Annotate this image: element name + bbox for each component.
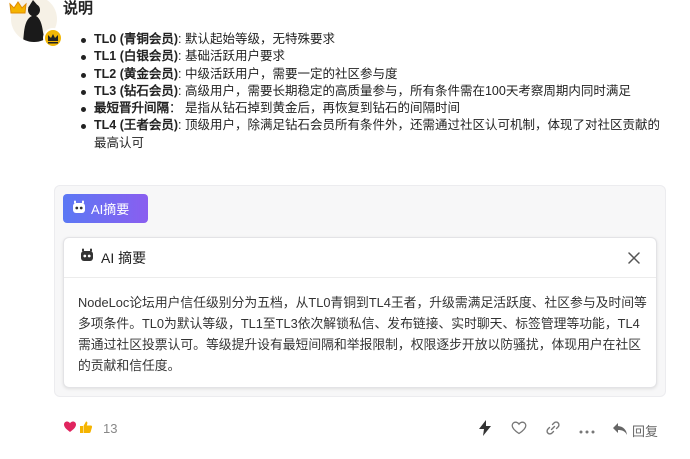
more-button[interactable] (570, 420, 604, 440)
level-name: TL4 (王者会员) (94, 118, 179, 133)
copy-link-button[interactable] (536, 420, 570, 440)
crown-icon (9, 0, 27, 16)
like-button[interactable] (502, 420, 536, 440)
heart-icon (63, 420, 77, 437)
trust-level-list: TL0 (青铜会员): 默认起始等级，无特殊要求 TL1 (白银会员): 基础活… (76, 31, 666, 152)
reaction-count: 13 (103, 421, 118, 436)
list-item: TL0 (青铜会员): 默认起始等级，无特殊要求 (76, 31, 666, 48)
list-item: 最短晋升间隔： 是指从钻石掉到黄金后，再恢复到钻石的间隔时间 (76, 100, 666, 117)
level-name: TL3 (钻石会员) (94, 83, 179, 98)
list-item: TL4 (王者会员): 顶级用户，除满足钻石会员所有条件外，还需通过社区认可机制… (76, 117, 666, 152)
ai-panel-title: AI 摘要 (101, 249, 147, 266)
post-actions-bar: 13 回复 (0, 418, 690, 442)
more-icon (579, 421, 595, 439)
close-icon[interactable] (626, 250, 642, 266)
reactions[interactable]: 13 (63, 420, 117, 437)
post-action-buttons: 回复 (468, 419, 658, 441)
level-name: 最短晋升间隔 (94, 101, 170, 116)
ai-summary-section: AI摘要 AI 摘要 NodeLoc论坛用户信任级别分为五档，从TL0青铜到TL… (54, 185, 666, 397)
reply-button[interactable]: 回复 (612, 421, 658, 440)
king-icon (43, 28, 63, 48)
list-item: TL3 (钻石会员): 高级用户，需要长期稳定的高质量参与，所有条件需在100天… (76, 83, 666, 100)
ai-button-label: AI摘要 (91, 202, 130, 217)
user-avatar[interactable] (9, 0, 63, 48)
level-desc: : 顶级用户，除满足钻石会员所有条件外，还需通过社区认可机制，体现了对社区贡献的… (94, 118, 660, 150)
lightning-icon (478, 419, 492, 441)
link-icon (545, 420, 561, 441)
ai-summary-panel: AI 摘要 NodeLoc论坛用户信任级别分为五档，从TL0青铜到TL4王者，升… (63, 237, 657, 388)
thumbs-up-icon (79, 420, 93, 437)
level-name: TL2 (黄金会员) (94, 66, 179, 81)
level-name: TL1 (白银会员) (94, 49, 179, 64)
list-item: TL2 (黄金会员): 中级活跃用户，需要一定的社区参与度 (76, 66, 666, 83)
robot-icon (79, 247, 95, 268)
level-desc: : 默认起始等级，无特殊要求 (178, 32, 335, 46)
heart-outline-icon (511, 421, 527, 440)
ai-panel-header: AI 摘要 (64, 238, 656, 278)
ai-summary-text: NodeLoc论坛用户信任级别分为五档，从TL0青铜到TL4王者，升级需满足活跃… (78, 295, 647, 373)
level-desc: : 高级用户，需要长期稳定的高质量参与，所有条件需在100天考察周期内同时满足 (178, 83, 631, 98)
robot-icon (71, 199, 87, 218)
level-desc: ： 是指从钻石掉到黄金后，再恢复到钻石的间隔时间 (169, 101, 460, 116)
level-desc: : 中级活跃用户，需要一定的社区参与度 (178, 66, 398, 81)
reply-icon (612, 422, 628, 439)
ai-summary-button[interactable]: AI摘要 (63, 194, 148, 223)
level-name: TL0 (青铜会员) (94, 32, 179, 46)
reply-label: 回复 (631, 423, 658, 439)
level-desc: : 基础活跃用户要求 (178, 49, 285, 64)
list-item: TL1 (白银会员): 基础活跃用户要求 (76, 48, 666, 65)
post-title: 说明 (63, 0, 94, 17)
boost-button[interactable] (468, 419, 502, 441)
